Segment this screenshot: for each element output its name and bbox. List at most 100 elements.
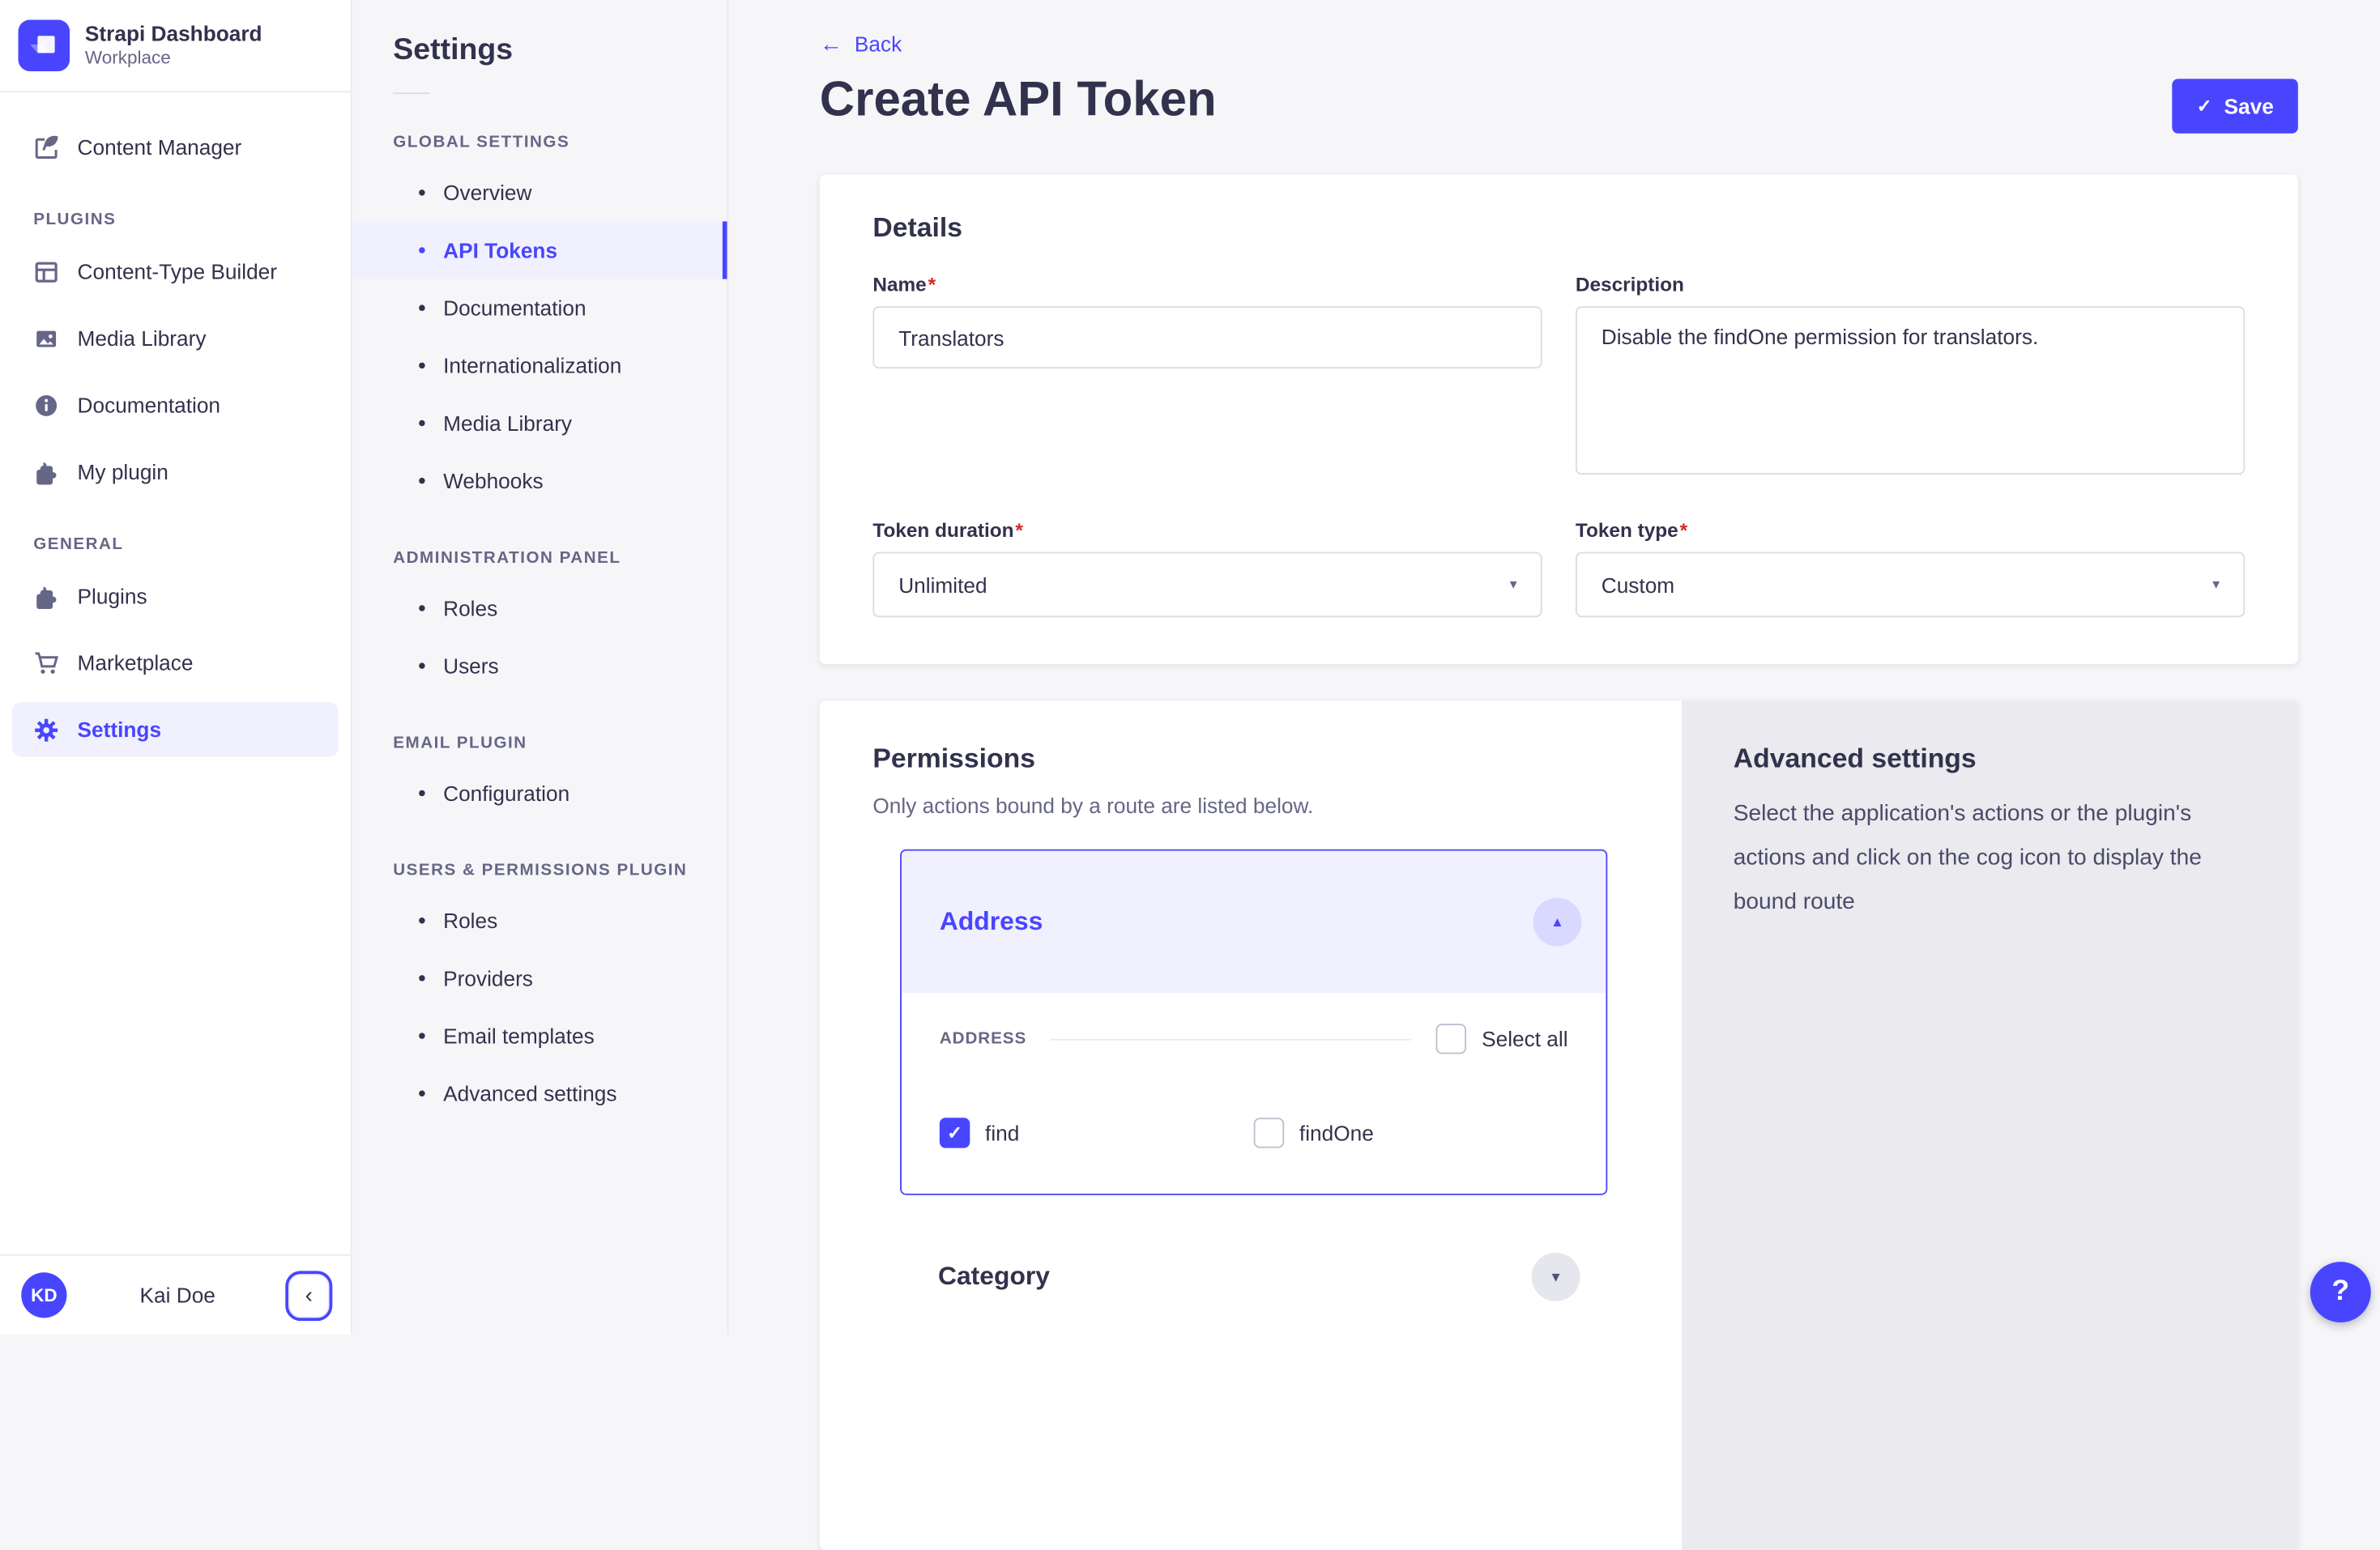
bullet-icon [419,1033,424,1038]
workspace-name: Workplace [85,48,262,70]
required-asterisk: * [1680,518,1687,541]
bullet-icon [419,420,424,426]
back-link[interactable]: ← Back [820,32,902,56]
sidebar-item-label: Documentation [78,393,220,417]
subnav-item-webhooks[interactable]: Webhooks [352,452,727,509]
bullet-icon [419,662,424,668]
sidebar-item-media-library[interactable]: Media Library [12,311,339,365]
bullet-icon [419,247,424,253]
sidebar-collapse-button[interactable]: ‹ [288,1273,330,1317]
subnav-item-overview[interactable]: Overview [352,164,727,221]
required-asterisk: * [928,273,936,296]
find-checkbox[interactable]: ✓ [940,1118,970,1148]
address-group-row: ADDRESS Select all [940,1024,1568,1054]
bullet-icon [419,975,424,981]
bullet-icon [419,790,424,796]
sidebar-section-general: GENERAL [0,535,351,553]
token-duration-label: Token duration* [872,518,1542,541]
sidebar-item-content-type-builder[interactable]: Content-Type Builder [12,245,339,299]
subnav-item-api-tokens[interactable]: API Tokens [352,221,727,279]
bullet-icon [419,189,424,195]
advanced-settings-title: Advanced settings [1734,743,2246,775]
subnav-section-users-permissions-plugin: USERS & PERMISSIONS PLUGIN [352,862,727,879]
bullet-icon [419,304,424,310]
bullet-icon [419,605,424,611]
permissions-card: Permissions Only actions bound by a rout… [820,700,2298,1550]
sidebar-item-label: Media Library [78,326,207,351]
sidebar-item-label: My plugin [78,459,168,483]
workspace-brand[interactable]: Strapi Dashboard Workplace [0,0,351,92]
token-type-select[interactable]: Custom ▼ [1576,552,2245,618]
sidebar-item-marketplace[interactable]: Marketplace [12,636,339,690]
accordion-address: Address ▲ ADDRESS Select all [900,850,1607,1195]
name-input[interactable] [872,306,1542,368]
description-label: Description [1576,273,2245,296]
sidebar-item-content-manager[interactable]: Content Manager [12,120,339,174]
chevron-down-icon: ▼ [1508,578,1520,592]
page-header: Create API Token ✓ Save [820,71,2298,134]
action-find-row: ✓ find [940,1118,1254,1148]
advanced-settings-panel: Advanced settings Select the application… [1682,700,2298,1550]
subnav-item-internationalization[interactable]: Internationalization [352,337,727,394]
subnav-item-up-email-templates[interactable]: Email templates [352,1007,727,1064]
user-name: Kai Doe [140,1283,215,1307]
main-sidebar: Strapi Dashboard Workplace Content Manag… [0,0,352,1335]
select-all-row: Select all [1436,1024,1568,1054]
find-label: find [985,1121,1019,1145]
permissions-title: Permissions [872,743,1657,775]
subnav-divider [393,92,429,94]
sidebar-item-label: Content-Type Builder [78,259,277,283]
subnav-title: Settings [352,0,727,68]
sidebar-nav: Content Manager PLUGINS Content-Type Bui… [0,92,351,756]
chevron-up-icon: ▲ [1550,914,1564,930]
select-all-checkbox[interactable] [1436,1024,1466,1054]
accordion-category: Category ▼ [900,1210,1604,1343]
subnav-item-up-advanced-settings[interactable]: Advanced settings [352,1065,727,1122]
subnav-item-media-library[interactable]: Media Library [352,394,727,452]
sidebar-item-settings[interactable]: Settings [12,702,339,756]
subnav-item-email-configuration[interactable]: Configuration [352,764,727,822]
collapse-accordion-button[interactable]: ▲ [1533,898,1581,947]
description-textarea[interactable]: Disable the findOne permission for trans… [1576,306,2245,475]
sidebar-item-documentation[interactable]: Documentation [12,377,339,432]
details-form: Name* Description Disable the findOne pe… [872,273,2245,617]
accordion-address-title: Address [940,907,1043,937]
sidebar-item-my-plugin[interactable]: My plugin [12,445,339,499]
subnav-section-email-plugin: EMAIL PLUGIN [352,734,727,752]
sidebar-item-plugins[interactable]: Plugins [12,568,339,623]
sidebar-section-plugins: PLUGINS [0,211,351,228]
accordion-address-header[interactable]: Address ▲ [902,851,1606,994]
feather-pen-icon [33,134,59,160]
required-asterisk: * [1015,518,1022,541]
back-arrow-icon: ← [820,32,842,55]
help-button[interactable]: ? [2310,1262,2371,1322]
subnav-item-up-providers[interactable]: Providers [352,949,727,1007]
subnav-item-admin-users[interactable]: Users [352,637,727,695]
chevron-down-icon: ▼ [1549,1269,1563,1284]
sidebar-item-label: Plugins [78,584,147,608]
settings-subnav: Settings GLOBAL SETTINGS Overview API To… [352,0,729,1335]
token-duration-value: Unlimited [898,573,987,597]
findone-label: findOne [1299,1121,1374,1145]
token-duration-select[interactable]: Unlimited ▼ [872,552,1542,618]
subnav-item-documentation[interactable]: Documentation [352,279,727,337]
page-title: Create API Token [820,71,1217,127]
check-icon: ✓ [2197,96,2212,117]
accordion-address-body: ADDRESS Select all ✓ [902,994,1606,1194]
subnav-item-admin-roles[interactable]: Roles [352,579,727,637]
accordion-category-title: Category [938,1262,1050,1292]
findone-checkbox[interactable] [1254,1118,1284,1148]
subnav-section-administration-panel: ADMINISTRATION PANEL [352,549,727,567]
sidebar-item-label: Content Manager [78,135,242,160]
accordion-category-header[interactable]: Category ▼ [900,1210,1604,1343]
sidebar-user-row: KD Kai Doe ‹ [0,1254,351,1335]
advanced-settings-description: Select the application's actions or the … [1734,792,2246,924]
layout-grid-icon [33,258,59,284]
subnav-item-up-roles[interactable]: Roles [352,892,727,949]
expand-accordion-button[interactable]: ▼ [1532,1253,1580,1301]
save-button[interactable]: ✓ Save [2173,79,2298,133]
info-circle-icon [33,392,59,418]
permissions-subtitle: Only actions bound by a route are listed… [872,793,1657,817]
details-title: Details [872,212,2245,244]
group-divider [1051,1038,1412,1040]
